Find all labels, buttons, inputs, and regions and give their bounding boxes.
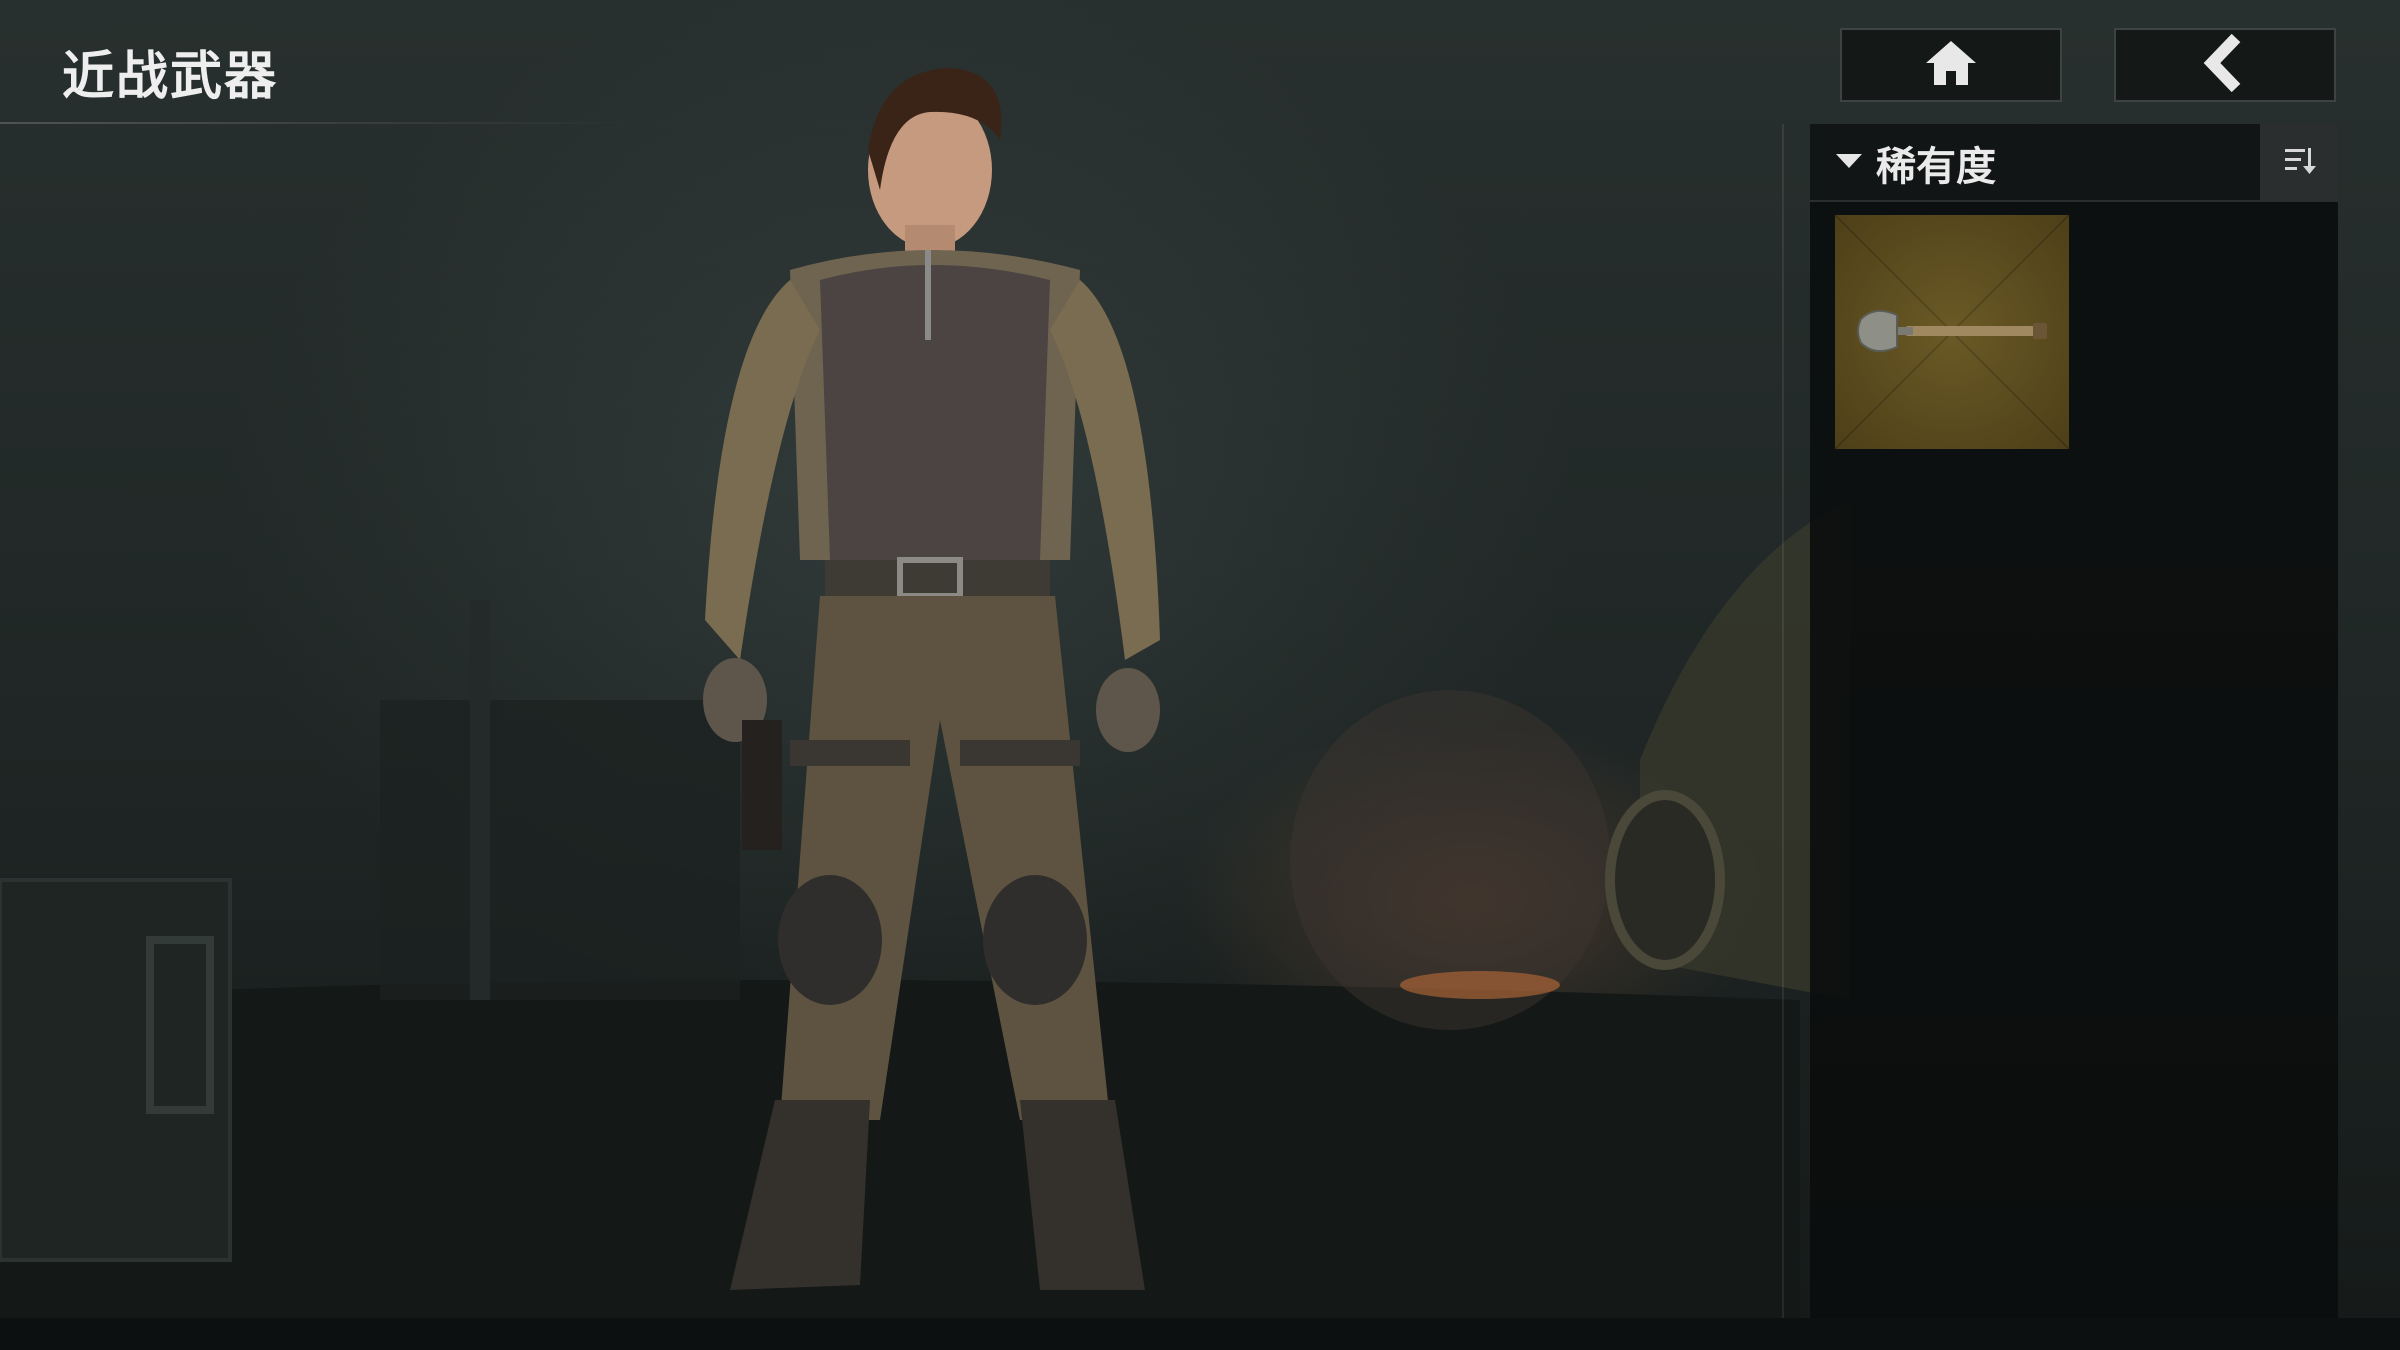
page-title: 近战武器 (62, 47, 279, 107)
inventory-panel: 稀有度 (1810, 124, 2338, 1318)
bottom-bar (0, 1318, 2400, 1350)
home-button[interactable] (1840, 28, 2062, 102)
sort-icon (2281, 142, 2317, 182)
sort-button[interactable] (2260, 124, 2338, 200)
panel-divider (1782, 124, 1784, 1318)
rarity-filter-dropdown[interactable]: 稀有度 (1834, 136, 1996, 190)
title-divider (0, 122, 640, 124)
back-button[interactable] (2114, 28, 2336, 102)
home-icon (1922, 37, 1980, 93)
rarity-filter-label: 稀有度 (1876, 144, 1996, 190)
melee-weapon-card-shovel[interactable] (1835, 215, 2069, 449)
chevron-down-icon (1834, 151, 1864, 175)
filter-bar: 稀有度 (1810, 124, 2338, 202)
back-arrow-icon (2200, 33, 2250, 96)
